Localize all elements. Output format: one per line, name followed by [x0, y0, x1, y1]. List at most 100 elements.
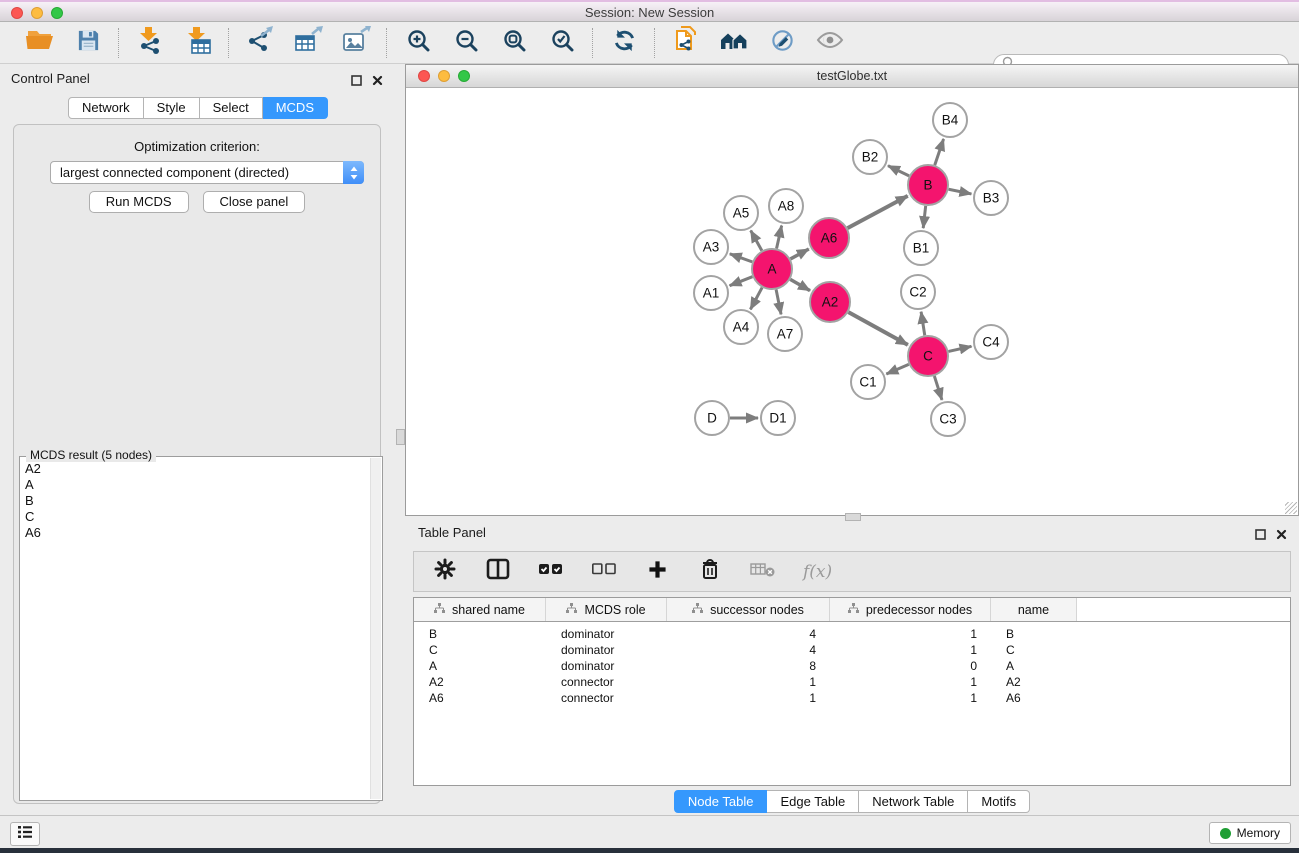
graph-edge-C-C2[interactable]: [921, 312, 925, 335]
graph-node-label-B4: B4: [942, 113, 959, 128]
graph-edge-B-B2[interactable]: [888, 166, 909, 176]
tab-style[interactable]: Style: [144, 97, 200, 119]
result-scrollbar[interactable]: [370, 458, 381, 799]
table-panel-header: Table Panel: [405, 520, 1299, 544]
close-panel-button[interactable]: Close panel: [203, 191, 306, 213]
network-home-button[interactable]: [718, 27, 750, 59]
graph-edge-A-A3[interactable]: [730, 254, 752, 262]
column-header-MCDS-role[interactable]: MCDS role: [546, 598, 667, 621]
import-table-button[interactable]: [182, 27, 214, 59]
cell: A: [991, 659, 1077, 673]
document-share-icon: [673, 26, 699, 59]
graph-edge-A-A5[interactable]: [751, 230, 762, 250]
save-session-button[interactable]: [72, 27, 104, 59]
table-row-b[interactable]: Bdominator41B: [414, 626, 1290, 642]
table-row-a2[interactable]: A2connector11A2: [414, 674, 1290, 690]
graph-edge-B-B1[interactable]: [923, 206, 925, 228]
float-table-panel-icon[interactable]: [1255, 527, 1266, 545]
refresh-view-button[interactable]: [608, 27, 640, 59]
graph-edge-B-B4[interactable]: [935, 139, 944, 165]
close-table-panel-icon[interactable]: [1276, 527, 1287, 545]
tab-edge-table[interactable]: Edge Table: [767, 790, 859, 813]
show-column-button[interactable]: [485, 559, 511, 585]
graph-edge-A2-C[interactable]: [848, 312, 907, 345]
network-canvas[interactable]: AA2A6BCA1A3A4A5A7A8B1B2B3B4C1C2C3C4DD1: [406, 88, 1298, 515]
graph-edge-A-A6[interactable]: [790, 249, 808, 259]
vertical-splitter-handle[interactable]: [396, 429, 405, 445]
criterion-dropdown[interactable]: largest connected component (directed): [50, 161, 364, 184]
homes-icon: [719, 28, 749, 57]
columns-icon: [486, 558, 510, 585]
table-row-c[interactable]: Cdominator41C: [414, 642, 1290, 658]
resize-grip[interactable]: [1285, 502, 1297, 514]
graph-edge-A-A8[interactable]: [777, 226, 782, 249]
graph-edge-C-C1[interactable]: [886, 364, 908, 374]
column-header-shared-name[interactable]: shared name: [414, 598, 546, 621]
result-item-c[interactable]: C: [21, 509, 371, 525]
export-table-button[interactable]: [292, 27, 324, 59]
network-from-selection-button[interactable]: [670, 27, 702, 59]
network-view-window: testGlobe.txt AA2A6BCA1A3A4A5A7A8B1B2B3B…: [405, 64, 1299, 516]
graph-edge-A-A7[interactable]: [776, 290, 781, 315]
graph-node-label-A4: A4: [733, 320, 750, 335]
zoom-selected-button[interactable]: [546, 27, 578, 59]
graph-edge-A-A4[interactable]: [750, 288, 762, 310]
select-all-button[interactable]: [538, 559, 564, 585]
zoom-in-icon: [406, 28, 430, 57]
network-graph-svg[interactable]: AA2A6BCA1A3A4A5A7A8B1B2B3B4C1C2C3C4DD1: [406, 88, 1298, 515]
run-mcds-button[interactable]: Run MCDS: [89, 191, 189, 213]
graph-edge-C-C4[interactable]: [948, 346, 971, 351]
import-network-button[interactable]: [134, 27, 166, 59]
show-graphics-details-button[interactable]: [814, 27, 846, 59]
deselect-all-button[interactable]: [591, 559, 617, 585]
delete-table-button[interactable]: [750, 559, 776, 585]
list-icon: [17, 825, 33, 844]
export-image-button[interactable]: [340, 27, 372, 59]
graph-edge-C-C3[interactable]: [934, 376, 942, 400]
close-panel-icon[interactable]: [372, 73, 383, 91]
memory-button[interactable]: Memory: [1209, 822, 1291, 844]
tab-network[interactable]: Network: [68, 97, 144, 119]
column-header-predecessor-nodes[interactable]: predecessor nodes: [830, 598, 991, 621]
graph-node-label-A1: A1: [703, 286, 720, 301]
tab-node-table[interactable]: Node Table: [674, 790, 768, 813]
graph-edge-A6-B[interactable]: [848, 196, 908, 228]
task-history-button[interactable]: [10, 822, 40, 846]
result-item-b[interactable]: B: [21, 493, 371, 509]
table-row-a6[interactable]: A6connector11A6: [414, 690, 1290, 706]
add-column-button[interactable]: [644, 559, 670, 585]
graph-edge-B-B3[interactable]: [949, 189, 972, 194]
tab-network-table[interactable]: Network Table: [859, 790, 968, 813]
graph-node-label-A7: A7: [777, 327, 794, 342]
function-builder-button[interactable]: f(x): [803, 559, 832, 585]
tab-mcds[interactable]: MCDS: [263, 97, 328, 119]
table-row-a[interactable]: Adominator80A: [414, 658, 1290, 674]
column-header-successor-nodes[interactable]: successor nodes: [667, 598, 830, 621]
tab-select[interactable]: Select: [200, 97, 263, 119]
table-settings-button[interactable]: [432, 559, 458, 585]
dropdown-stepper-icon[interactable]: [343, 161, 364, 184]
status-bar: Memory: [0, 815, 1299, 848]
column-label: successor nodes: [710, 603, 804, 617]
export-network-button[interactable]: [244, 27, 276, 59]
network-window-titlebar[interactable]: testGlobe.txt: [406, 65, 1298, 88]
float-panel-icon[interactable]: [351, 73, 362, 91]
column-label: shared name: [452, 603, 525, 617]
open-session-button[interactable]: [24, 27, 56, 59]
delete-column-button[interactable]: [697, 559, 723, 585]
zoom-fit-button[interactable]: [498, 27, 530, 59]
mcds-result-list[interactable]: A2ABCA6: [21, 458, 371, 799]
hide-annotations-button[interactable]: [766, 27, 798, 59]
cell: C: [414, 643, 546, 657]
tab-motifs[interactable]: Motifs: [968, 790, 1030, 813]
graph-edge-A-A1[interactable]: [730, 277, 753, 286]
cell: 1: [667, 691, 830, 705]
zoom-out-button[interactable]: [450, 27, 482, 59]
column-header-name[interactable]: name: [991, 598, 1077, 621]
result-item-a[interactable]: A: [21, 477, 371, 493]
result-item-a2[interactable]: A2: [21, 461, 371, 477]
cell: 1: [830, 627, 991, 641]
graph-edge-A-A2[interactable]: [790, 279, 810, 290]
result-item-a6[interactable]: A6: [21, 525, 371, 541]
zoom-in-button[interactable]: [402, 27, 434, 59]
